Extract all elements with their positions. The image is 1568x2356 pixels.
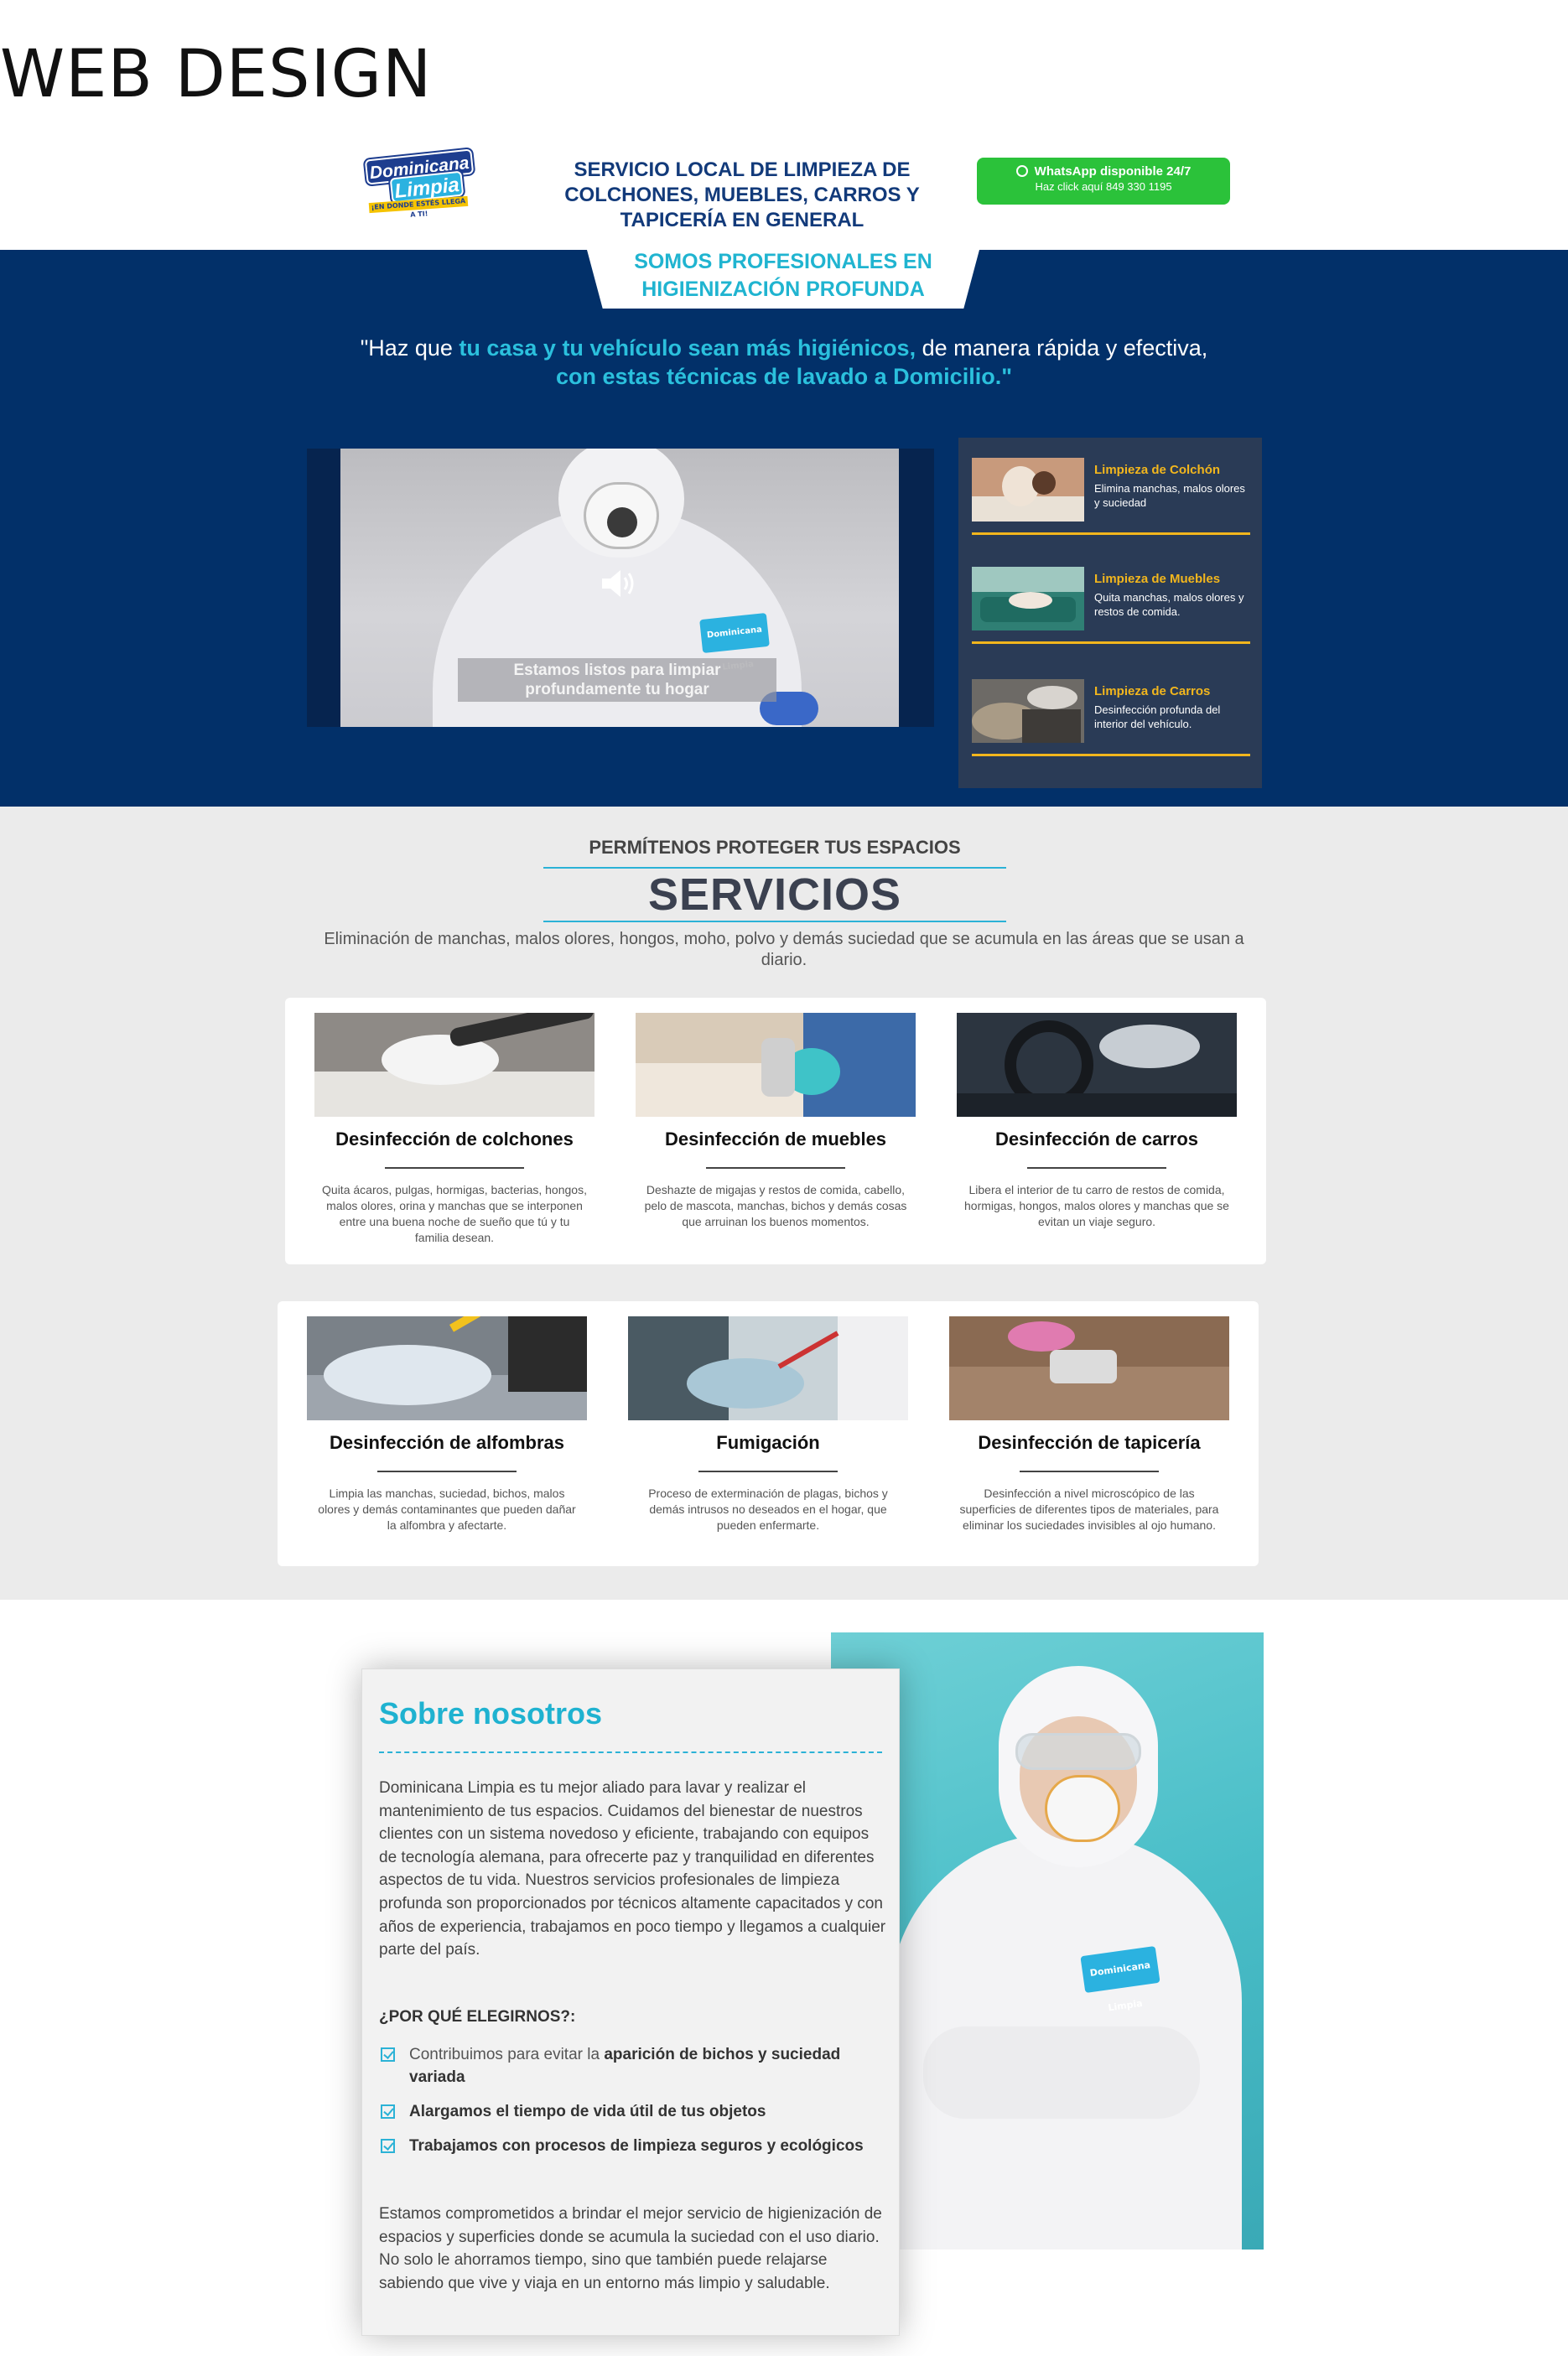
- service-card-alfombras[interactable]: Desinfección de alfombras Limpia las man…: [307, 1300, 587, 1533]
- service-card-fumigacion[interactable]: Fumigación Proceso de exterminación de p…: [628, 1316, 908, 1533]
- sofa-cleaning-image: [636, 1013, 916, 1117]
- photo-goggles: [1015, 1733, 1141, 1770]
- services-kicker: PERMÍTENOS PROTEGER TUS ESPACIOS: [589, 837, 961, 858]
- services-title: SERVICIOS: [647, 869, 902, 920]
- checkbox-icon: [381, 2104, 395, 2119]
- whatsapp-sub: Haz click aquí 849 330 1195: [1035, 180, 1172, 193]
- whatsapp-label: WhatsApp disponible 24/7: [1034, 164, 1192, 179]
- card-divider: [1020, 1471, 1159, 1472]
- checkbox-icon: [381, 2139, 395, 2153]
- reasons-list: Contribuimos para evitar la aparición de…: [379, 2043, 890, 2169]
- about-paragraph-2: Estamos comprometidos a brindar el mejor…: [379, 2205, 882, 2292]
- car-interior-image: [957, 1013, 1237, 1117]
- services-panel: Limpieza de Colchón Elimina manchas, mal…: [958, 438, 1262, 788]
- card-divider: [706, 1167, 845, 1169]
- quote-highlight-1: tu casa y tu vehículo sean más higiénico…: [459, 335, 916, 361]
- video-caption: Estamos listos para limpiar profundament…: [458, 658, 776, 702]
- card-desc: Limpia las manchas, suciedad, bichos, ma…: [318, 1487, 576, 1532]
- whatsapp-button[interactable]: WhatsApp disponible 24/7 Haz click aquí …: [977, 158, 1230, 205]
- panel-item-title: Limpieza de Carros: [1094, 684, 1211, 698]
- title-divider: [543, 921, 1006, 922]
- header-title: SERVICIO LOCAL DE LIMPIEZA DE COLCHONES,…: [564, 158, 920, 231]
- video-chest-logo: Dominicana Limpia: [699, 612, 770, 672]
- about-divider: [379, 1751, 882, 1753]
- panel-item-muebles[interactable]: Limpieza de Muebles Quita manchas, malos…: [972, 547, 1250, 644]
- site-logo[interactable]: Dominicana Limpia ¡EN DONDE ESTÉS LLEGA …: [359, 148, 480, 219]
- page-heading: WEB DESIGN: [0, 37, 433, 112]
- mask-valve: [607, 507, 637, 537]
- car-thumb: [972, 679, 1084, 743]
- card-title: Desinfección de colchones: [335, 1129, 574, 1149]
- panel-item-carros[interactable]: Limpieza de Carros Desinfección profunda…: [972, 659, 1250, 756]
- card-divider: [377, 1471, 517, 1472]
- hero-quote: "Haz que tu casa y tu vehículo sean más …: [285, 334, 1283, 391]
- card-title: Desinfección de tapicería: [978, 1432, 1201, 1453]
- panel-item-desc: Desinfección profunda del interior del v…: [1094, 703, 1221, 730]
- service-card-tapiceria[interactable]: Desinfección de tapicería Desinfección a…: [949, 1316, 1229, 1533]
- whatsapp-icon: [1015, 165, 1028, 177]
- logo-tagline: ¡EN DONDE ESTÉS LLEGA A TI!: [368, 195, 469, 219]
- speaker-icon[interactable]: [600, 568, 637, 599]
- card-title: Desinfección de muebles: [664, 1129, 887, 1149]
- panel-item-desc: Elimina manchas, malos olores y suciedad: [1094, 482, 1245, 509]
- photo-mask: [1045, 1775, 1120, 1842]
- panel-item-desc: Quita manchas, malos olores y restos de …: [1094, 591, 1244, 618]
- card-divider: [698, 1471, 838, 1472]
- card-divider: [385, 1167, 524, 1169]
- card-title: Desinfección de alfombras: [330, 1432, 564, 1453]
- carpet-steam-image: [307, 1300, 587, 1420]
- reason-item: Contribuimos para evitar la aparición de…: [379, 2043, 890, 2089]
- panel-item-title: Limpieza de Muebles: [1094, 572, 1221, 586]
- quote-part-2: de manera rápida y efectiva,: [916, 335, 1208, 361]
- services-row-2: Desinfección de alfombras Limpia las man…: [278, 1300, 1259, 1566]
- reason-pre: Contribuimos para evitar la: [409, 2046, 605, 2063]
- card-divider: [1027, 1167, 1166, 1169]
- fumigation-image: [628, 1316, 908, 1420]
- sofa-thumb: [972, 567, 1084, 631]
- card-desc: Libera el interior de tu carro de restos…: [964, 1183, 1229, 1228]
- services-row-1: Desinfección de colchones Quita ácaros, …: [285, 998, 1266, 1264]
- about-paragraph-1: Dominicana Limpia es tu mejor aliado par…: [379, 1779, 886, 1959]
- services-subtitle: Eliminación de manchas, malos olores, ho…: [324, 930, 1244, 969]
- why-heading: ¿POR QUÉ ELEGIRNOS?:: [379, 2008, 576, 2026]
- reason-bold: Alargamos el tiempo de vida útil de tus …: [409, 2103, 766, 2120]
- panel-item-title: Limpieza de Colchón: [1094, 463, 1221, 477]
- reason-item: Alargamos el tiempo de vida útil de tus …: [379, 2100, 890, 2123]
- quote-highlight-2: con estas técnicas de lavado a Domicilio…: [555, 364, 1012, 389]
- card-desc: Desinfección a nivel microscópico de las…: [959, 1487, 1219, 1532]
- service-card-carros[interactable]: Desinfección de carros Libera el interio…: [957, 1013, 1237, 1230]
- mattress-thumb: [972, 458, 1084, 522]
- card-title: Desinfección de carros: [994, 1129, 1199, 1149]
- reason-bold: Trabajamos con procesos de limpieza segu…: [409, 2137, 864, 2155]
- service-card-muebles[interactable]: Desinfección de muebles Deshazte de miga…: [636, 1013, 916, 1230]
- card-desc: Deshazte de migajas y restos de comida, …: [644, 1183, 907, 1228]
- hero-tab-text: SOMOS PROFESIONALES EN HIGIENIZACIÓN PRO…: [634, 250, 932, 301]
- checkbox-icon: [381, 2047, 395, 2062]
- card-desc: Quita ácaros, pulgas, hormigas, bacteria…: [322, 1183, 587, 1244]
- service-card-colchones[interactable]: Desinfección de colchones Quita ácaros, …: [314, 1000, 594, 1246]
- upholstery-image: [949, 1316, 1229, 1420]
- photo-crossed-arms: [923, 2026, 1200, 2119]
- about-title: Sobre nosotros: [379, 1696, 603, 1731]
- about-box: Sobre nosotros Dominicana Limpia es tu m…: [361, 1668, 900, 2336]
- quote-part-1: "Haz que: [360, 335, 459, 361]
- reason-item: Trabajamos con procesos de limpieza segu…: [379, 2135, 890, 2157]
- card-title: Fumigación: [716, 1432, 820, 1453]
- hero-video[interactable]: Dominicana Limpia Estamos listos para li…: [340, 449, 899, 727]
- mattress-steam-image: [314, 1000, 594, 1117]
- card-desc: Proceso de exterminación de plagas, bich…: [648, 1487, 888, 1532]
- panel-item-colchon[interactable]: Limpieza de Colchón Elimina manchas, mal…: [972, 438, 1250, 535]
